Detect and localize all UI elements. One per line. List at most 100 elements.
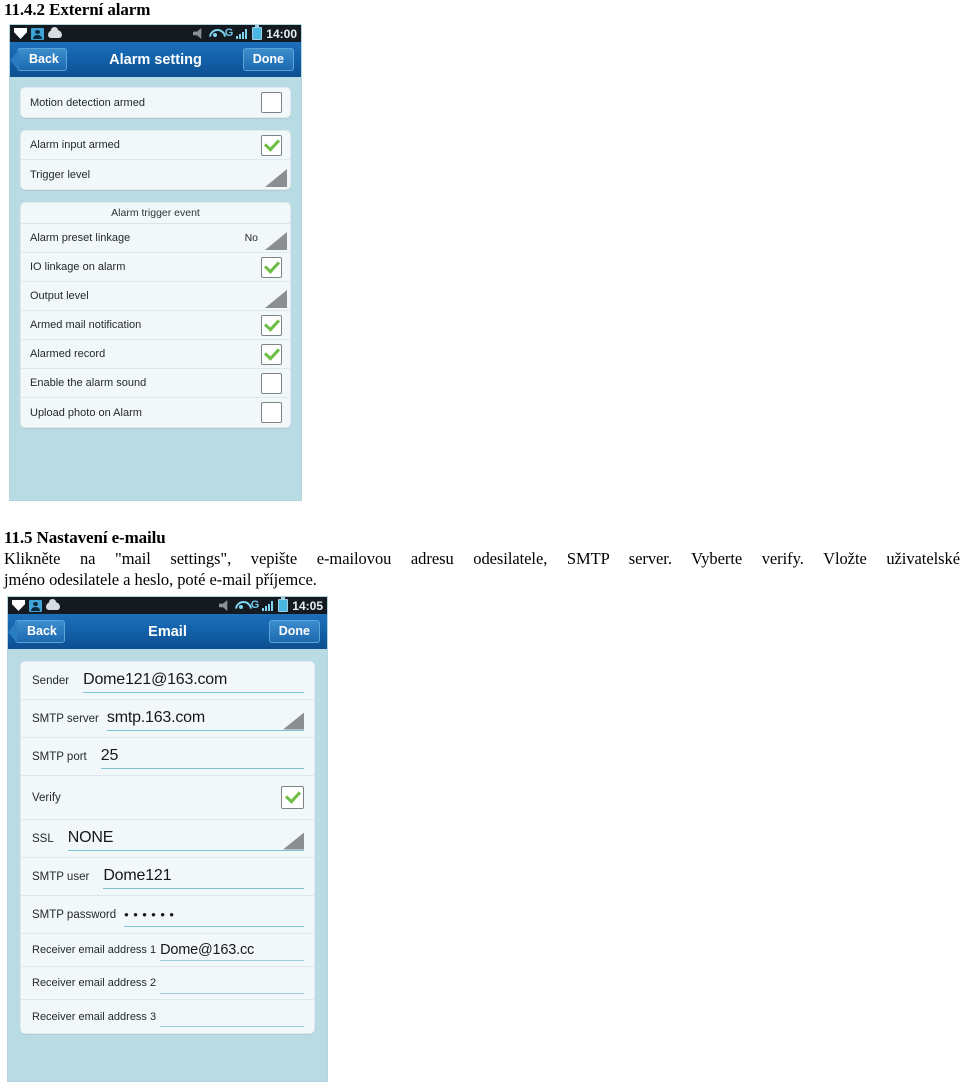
field-value: Dome121 [103,867,172,884]
section-heading-11-5: 11.5 Nastavení e-mailu [4,528,166,547]
disclosure-triangle-icon[interactable] [265,169,287,187]
checkbox-alarm-input-armed[interactable] [261,134,282,156]
field-label: Receiver email address 1 [32,944,157,956]
smtp-password-input[interactable]: •••••• [124,903,304,927]
field-label: SSL [32,832,54,845]
signal-icon [236,28,249,39]
row-value: No [244,232,258,244]
row-output-level[interactable]: Output level [21,282,290,311]
field-row-smtp-password[interactable]: SMTP password •••••• [21,896,314,934]
network-type-label: G [224,27,234,39]
status-bar-right-icons: G 14:05 [218,597,323,613]
row-label: Motion detection armed [30,96,145,109]
row-label: Alarm input armed [30,139,120,151]
checkbox-upload-photo-on-alarm[interactable] [261,402,282,423]
settings-group-motion: Motion detection armed [20,87,291,118]
field-row-sender[interactable]: Sender Dome121@163.com [21,662,314,700]
field-label: SMTP port [32,750,87,763]
row-motion-detection-armed[interactable]: Motion detection armed [21,88,290,117]
checkbox-enable-the-alarm-sound[interactable] [261,372,282,394]
checkbox-alarmed-record[interactable] [261,343,282,365]
battery-icon [278,597,289,612]
status-bar-clock: 14:00 [266,26,297,41]
row-enable-the-alarm-sound[interactable]: Enable the alarm sound [21,369,290,398]
status-bar-clock: 14:05 [292,598,323,613]
row-trigger-level[interactable]: Trigger level [21,160,290,189]
field-row-verify[interactable]: Verify [21,776,314,820]
alarm-setting-screenshot: G 14:00 Back Alarm setting Done Motion d… [9,24,302,501]
row-alarm-preset-linkage[interactable]: Alarm preset linkage No [21,224,290,253]
smtp-port-input[interactable]: 25 [100,745,304,769]
checkbox-io-linkage-on-alarm[interactable] [261,256,282,278]
field-value: •••••• [124,906,179,922]
row-label: Output level [30,290,89,302]
receiver-email-3-input[interactable] [160,1006,304,1027]
status-bar-right-icons: G 14:00 [192,25,297,41]
row-label: Upload photo on Alarm [30,406,142,419]
checkbox-verify[interactable] [281,786,304,809]
smtp-user-input[interactable]: Dome121 [103,865,304,889]
section-heading-11-4-2: 11.4.2 Externí alarm [4,0,151,19]
settings-group-alarm-trigger-event: Alarm trigger event Alarm preset linkage… [20,202,291,428]
row-label: Trigger level [30,168,91,181]
done-button[interactable]: Done [268,619,320,644]
battery-icon [252,25,263,40]
field-label: Verify [32,791,61,804]
field-label: Receiver email address 3 [32,1010,157,1023]
field-row-ssl[interactable]: SSL NONE [21,820,314,858]
smtp-server-input[interactable]: smtp.163.com [106,707,304,731]
field-row-smtp-user[interactable]: SMTP user Dome121 [21,858,314,896]
contact-icon [31,27,44,40]
ssl-dropdown[interactable]: NONE [67,827,304,851]
back-button[interactable]: Back [17,47,67,72]
sender-input[interactable]: Dome121@163.com [83,669,304,693]
mute-icon [192,28,202,39]
chevron-down-icon [12,600,25,611]
field-value: Dome121@163.com [83,671,228,688]
field-label: Receiver email address 2 [32,977,157,989]
field-row-receiver-email-2[interactable]: Receiver email address 2 [21,967,314,1000]
group-header-alarm-trigger-event: Alarm trigger event [21,203,290,224]
row-armed-mail-notification[interactable]: Armed mail notification [21,311,290,340]
receiver-email-2-input[interactable] [160,973,304,994]
field-value: smtp.163.com [106,709,205,726]
field-row-receiver-email-1[interactable]: Receiver email address 1 Dome@163.cc [21,934,314,967]
checkbox-armed-mail-notification[interactable] [261,314,282,336]
section-paragraph: Klikněte na "mail settings", vepište e-m… [4,548,960,590]
email-setting-screenshot: G 14:05 Back Email Done Sender Dome121@1… [7,596,328,1082]
done-button[interactable]: Done [242,47,294,72]
contact-icon [29,599,42,612]
row-alarmed-record[interactable]: Alarmed record [21,340,290,369]
row-io-linkage-on-alarm[interactable]: IO linkage on alarm [21,253,290,282]
status-bar: G 14:00 [10,25,301,42]
field-row-smtp-port[interactable]: SMTP port 25 [21,738,314,776]
receiver-email-1-input[interactable]: Dome@163.cc [160,940,304,961]
row-upload-photo-on-alarm[interactable]: Upload photo on Alarm [21,398,290,427]
disclosure-triangle-icon[interactable] [265,232,287,250]
status-bar-left-icons [14,26,62,40]
field-row-smtp-server[interactable]: SMTP server smtp.163.com [21,700,314,738]
field-label: Sender [32,674,70,687]
field-value: NONE [67,829,114,846]
chevron-down-icon [14,28,27,39]
field-row-receiver-email-3[interactable]: Receiver email address 3 [21,1000,314,1033]
back-button[interactable]: Back [15,619,65,644]
dropdown-triangle-icon[interactable] [283,712,304,730]
alarm-title-bar: Back Alarm setting Done [10,42,301,77]
status-bar: G 14:05 [8,597,327,614]
field-label: SMTP server [32,712,99,725]
field-label: SMTP password [32,908,117,921]
disclosure-triangle-icon[interactable] [265,290,287,308]
wifi-icon [235,600,248,611]
dropdown-triangle-icon[interactable] [283,832,304,850]
row-label: Alarm preset linkage [30,232,131,244]
email-title-bar: Back Email Done [8,614,327,649]
row-alarm-input-armed[interactable]: Alarm input armed [21,131,290,160]
field-value: Dome@163.cc [160,941,255,958]
row-label: Enable the alarm sound [30,377,147,389]
status-bar-left-icons [12,598,60,612]
network-type-label: G [250,599,260,611]
alarm-settings-list: Motion detection armed Alarm input armed… [10,77,301,438]
checkbox-motion-detection-armed[interactable] [261,92,282,113]
settings-group-alarm-input: Alarm input armed Trigger level [20,130,291,190]
